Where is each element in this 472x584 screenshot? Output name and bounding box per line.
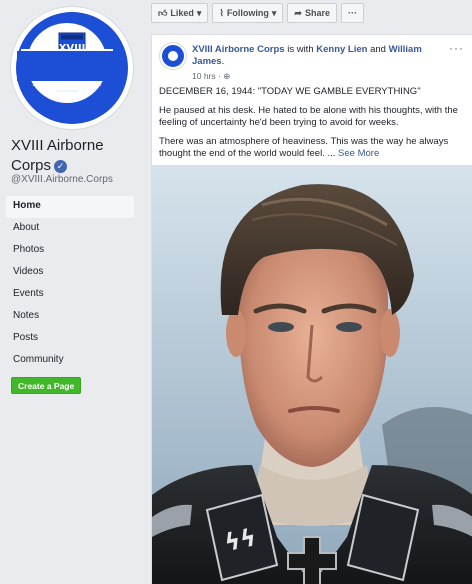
thumbs-up-icon: 👍︎	[158, 8, 168, 18]
nav-item-about[interactable]: About	[6, 218, 134, 240]
nav-item-community[interactable]: Community	[6, 350, 134, 372]
nav-item-photos[interactable]: Photos	[6, 240, 134, 262]
page-sidebar: XVIII XVIII AIRBORNE CORPS SKY DRAGONS X…	[0, 0, 143, 584]
post-timestamp[interactable]: 10 hrs	[192, 71, 216, 81]
logo-title: XVIII AIRBORNE CORPS	[32, 82, 102, 88]
following-label: Following	[226, 8, 269, 18]
post-paragraph: He paused at his desk. He hated to be al…	[159, 104, 458, 129]
post-paragraph: There was an atmosphere of heaviness. Th…	[159, 136, 465, 161]
post-headline: DECEMBER 16, 1944: "TODAY WE GAMBLE EVER…	[159, 86, 421, 97]
tagged-user-link[interactable]: Kenny Lien	[316, 44, 367, 55]
portrait-image: ϟϟ	[152, 165, 472, 584]
rss-feed-icon: ⌇	[219, 8, 224, 18]
post-paragraph-text: There was an atmosphere of heaviness. Th…	[159, 135, 449, 160]
post-with-text: is with	[287, 44, 314, 55]
share-button[interactable]: ➦ Share	[287, 3, 337, 23]
post-author-link[interactable]: XVIII Airborne Corps	[192, 44, 285, 55]
share-arrow-icon: ➦	[294, 8, 302, 18]
chevron-down-icon: ▾	[271, 8, 277, 18]
post-text: DECEMBER 16, 1944: "TODAY WE GAMBLE EVER…	[159, 86, 465, 167]
post-header: XVIII Airborne Corps is with Kenny Lien …	[192, 44, 422, 67]
liked-button[interactable]: 👍︎ Liked ▾	[151, 3, 209, 23]
share-label: Share	[304, 8, 330, 18]
liked-label: Liked	[170, 8, 194, 18]
create-page-button[interactable]: Create a Page	[11, 377, 82, 394]
post-photo[interactable]: ϟϟ	[152, 165, 472, 584]
page-title[interactable]: XVIII Airborne Corps ✓	[11, 136, 136, 176]
more-actions-button[interactable]: ···	[340, 3, 364, 23]
nav-item-posts[interactable]: Posts	[6, 328, 134, 350]
nav-item-notes[interactable]: Notes	[6, 306, 134, 328]
feed-post: XVIII Airborne Corps is with Kenny Lien …	[151, 34, 472, 584]
nav-item-videos[interactable]: Videos	[6, 262, 134, 284]
see-more-link[interactable]: See More	[338, 148, 379, 159]
verified-badge-icon: ✓	[54, 160, 68, 173]
page-handle[interactable]: @XVIII.Airborne.Corps	[11, 174, 113, 185]
logo-motto: SKY DRAGONS	[56, 89, 78, 93]
post-options-menu[interactable]: ···	[449, 41, 464, 55]
nav-item-home[interactable]: Home	[6, 196, 134, 218]
page-nav: Home About Photos Videos Events Notes Po…	[6, 196, 134, 372]
post-author-avatar[interactable]	[160, 43, 186, 69]
logo-band	[17, 51, 117, 81]
post-meta: 10 hrs · ⊕	[192, 71, 231, 81]
nav-item-events[interactable]: Events	[6, 284, 134, 306]
chevron-down-icon: ▾	[196, 8, 202, 18]
page-actions-bar: 👍︎ Liked ▾ ⌇ Following ▾ ➦ Share ···	[151, 3, 364, 23]
post-and-text: and	[370, 44, 386, 55]
following-button[interactable]: ⌇ Following ▾	[212, 3, 284, 23]
page-profile-picture[interactable]: XVIII XVIII AIRBORNE CORPS SKY DRAGONS	[10, 6, 134, 130]
globe-icon: ⊕	[223, 71, 231, 81]
